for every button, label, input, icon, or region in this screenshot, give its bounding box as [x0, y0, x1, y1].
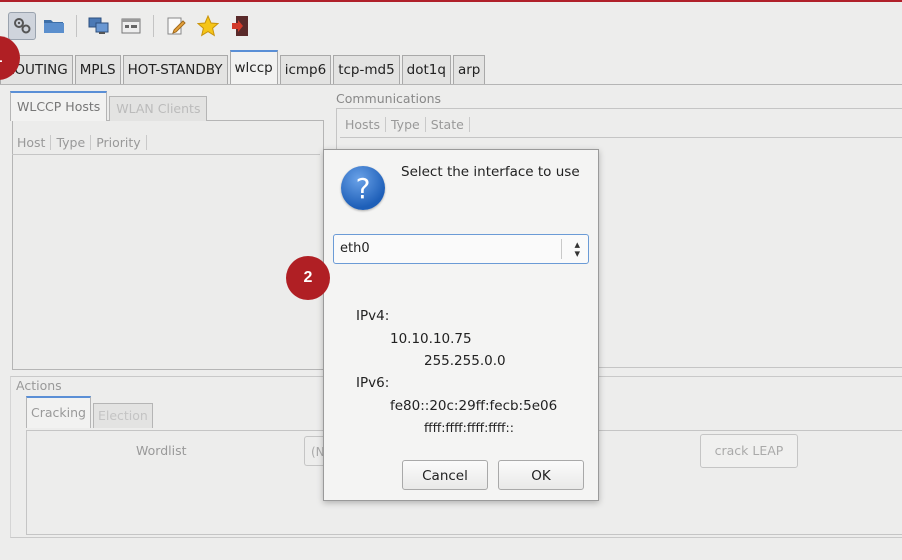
window-button[interactable]	[117, 12, 145, 40]
communications-column-header: Hosts Type State	[340, 112, 470, 136]
column-host[interactable]: Host	[12, 134, 52, 150]
crack-leap-button[interactable]: crack LEAP	[700, 434, 798, 468]
interface-combobox-value: eth0	[340, 241, 370, 256]
tab-arp[interactable]: arp	[452, 55, 486, 84]
open-folder-button[interactable]	[40, 12, 68, 40]
actions-subtabs: Cracking Election	[26, 396, 155, 428]
column-type[interactable]: Type	[386, 116, 426, 132]
updown-arrows-icon: ▴ ▾	[574, 238, 580, 260]
exit-icon	[232, 16, 248, 36]
cancel-button[interactable]: Cancel	[402, 460, 488, 490]
toolbar-separator	[153, 15, 154, 37]
protocol-tabs: ROUTING MPLS HOT-STANDBY wlccp icmp6 tcp…	[0, 50, 487, 84]
hosts-column-header: Host Type Priority	[12, 130, 320, 155]
window-icon	[121, 18, 141, 34]
wlccp-hosts-list[interactable]	[12, 120, 324, 370]
ipv4-netmask: 255.255.0.0	[424, 353, 506, 369]
exit-button[interactable]	[226, 12, 254, 40]
tab-wlan-clients[interactable]: WLAN Clients	[109, 96, 208, 121]
network-settings-button[interactable]	[8, 12, 36, 40]
column-type[interactable]: Type	[51, 134, 92, 150]
interface-combobox[interactable]: eth0 ▴ ▾	[333, 234, 589, 264]
tab-wlccp[interactable]: wlccp	[229, 50, 278, 84]
tab-wlccp-hosts[interactable]: WLCCP Hosts	[10, 91, 108, 121]
ipv6-label: IPv6:	[356, 375, 390, 391]
toolbar-separator	[76, 15, 77, 37]
folder-icon	[44, 20, 64, 33]
star-icon	[197, 15, 219, 37]
interface-select-dialog: ? Select the interface to use eth0 ▴ ▾ IP…	[323, 149, 599, 501]
hosts-subtabs: WLCCP Hosts WLAN Clients	[10, 91, 209, 121]
tab-cracking[interactable]: Cracking	[26, 396, 91, 428]
column-priority[interactable]: Priority	[91, 134, 147, 150]
wordlist-label: Wordlist	[136, 443, 187, 458]
network-settings-icon	[14, 18, 31, 34]
tab-icmp6[interactable]: icmp6	[279, 55, 332, 84]
hosts-button[interactable]	[85, 12, 113, 40]
edit-button[interactable]	[162, 12, 190, 40]
actions-label: Actions	[16, 378, 62, 393]
toolbar	[8, 10, 258, 42]
tab-election[interactable]: Election	[92, 403, 153, 428]
favorite-button[interactable]	[194, 12, 222, 40]
ipv6-address: fe80::20c:29ff:fecb:5e06	[390, 398, 558, 414]
tab-dot1q[interactable]: dot1q	[401, 55, 451, 84]
ipv4-label: IPv4:	[356, 308, 390, 324]
column-state[interactable]: State	[426, 116, 470, 132]
tab-hot-standby[interactable]: HOT-STANDBY	[122, 55, 228, 84]
question-icon: ?	[341, 166, 385, 210]
dialog-message: Select the interface to use	[401, 164, 580, 180]
column-hosts[interactable]: Hosts	[340, 116, 386, 132]
tab-tcp-md5[interactable]: tcp-md5	[333, 55, 400, 84]
annotation-badge-2: 2	[286, 256, 330, 300]
ipv6-mask: ffff:ffff:ffff:ffff::	[424, 420, 514, 435]
edit-icon	[167, 17, 186, 35]
top-accent-line	[0, 0, 902, 2]
combobox-divider	[561, 239, 562, 259]
communications-header-divider	[340, 137, 902, 138]
ok-button[interactable]: OK	[498, 460, 584, 490]
computers-icon	[88, 17, 109, 34]
ipv4-address: 10.10.10.75	[390, 331, 472, 347]
tab-mpls[interactable]: MPLS	[74, 55, 121, 84]
communications-label: Communications	[336, 91, 442, 106]
